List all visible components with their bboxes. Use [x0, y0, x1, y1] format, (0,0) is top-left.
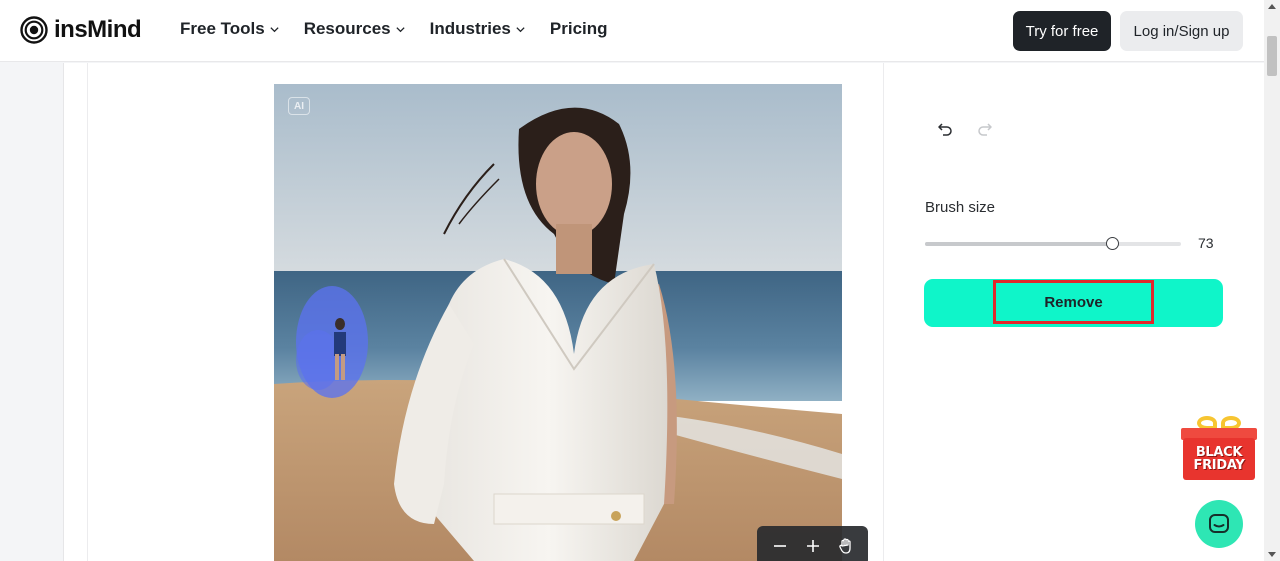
- chat-support-button[interactable]: [1195, 500, 1243, 548]
- zoom-toolbar: [757, 526, 868, 561]
- ai-badge: AI: [288, 97, 310, 115]
- nav-pricing[interactable]: Pricing: [550, 19, 608, 39]
- chevron-down-icon: [396, 26, 405, 32]
- scroll-thumb[interactable]: [1267, 36, 1277, 76]
- hand-icon[interactable]: [832, 532, 860, 560]
- scroll-up-arrow-icon[interactable]: [1268, 4, 1276, 9]
- remove-button-highlight[interactable]: Remove: [993, 280, 1154, 324]
- nav-free-tools[interactable]: Free Tools: [180, 19, 280, 39]
- promo-line-2: FRIDAY: [1193, 458, 1245, 473]
- zoom-out-icon[interactable]: [766, 532, 794, 560]
- nav-resources-label: Resources: [303, 19, 391, 38]
- nav-resources[interactable]: Resources: [304, 19, 406, 39]
- login-signup-button[interactable]: Log in/Sign up: [1120, 11, 1243, 51]
- brush-size-slider-fill: [925, 242, 1112, 246]
- redo-icon[interactable]: [976, 120, 994, 138]
- brush-size-label: Brush size: [925, 199, 996, 216]
- nav-industries-label: Industries: [429, 19, 511, 38]
- edited-photo[interactable]: [274, 84, 842, 561]
- chevron-down-icon: [516, 26, 525, 32]
- logo-icon: [20, 16, 48, 44]
- brush-size-slider[interactable]: [925, 237, 1181, 250]
- photo-image: [274, 84, 842, 561]
- nav-free-tools-label: Free Tools: [180, 19, 265, 38]
- gift-box-icon: BLACK FRIDAY: [1183, 438, 1255, 480]
- page-scrollbar[interactable]: [1264, 0, 1280, 561]
- top-header: insMind Free Tools Resources Industries …: [0, 0, 1264, 62]
- scroll-down-arrow-icon[interactable]: [1268, 552, 1276, 557]
- nav-industries[interactable]: Industries: [430, 19, 526, 39]
- undo-icon[interactable]: [936, 120, 954, 138]
- chat-icon: [1209, 514, 1229, 533]
- brush-size-slider-thumb[interactable]: [1105, 237, 1119, 250]
- try-for-free-button[interactable]: Try for free: [1013, 11, 1111, 51]
- black-friday-promo[interactable]: BLACK FRIDAY: [1181, 416, 1257, 482]
- remove-button-label: Remove: [1044, 293, 1103, 311]
- zoom-in-icon[interactable]: [799, 532, 827, 560]
- logo[interactable]: insMind: [20, 16, 142, 44]
- brush-size-value: 73: [1198, 235, 1214, 251]
- logo-text: insMind: [54, 16, 142, 43]
- main-nav: Free Tools Resources Industries Pricing: [180, 19, 608, 39]
- chevron-down-icon: [270, 26, 279, 32]
- nav-pricing-label: Pricing: [549, 19, 608, 38]
